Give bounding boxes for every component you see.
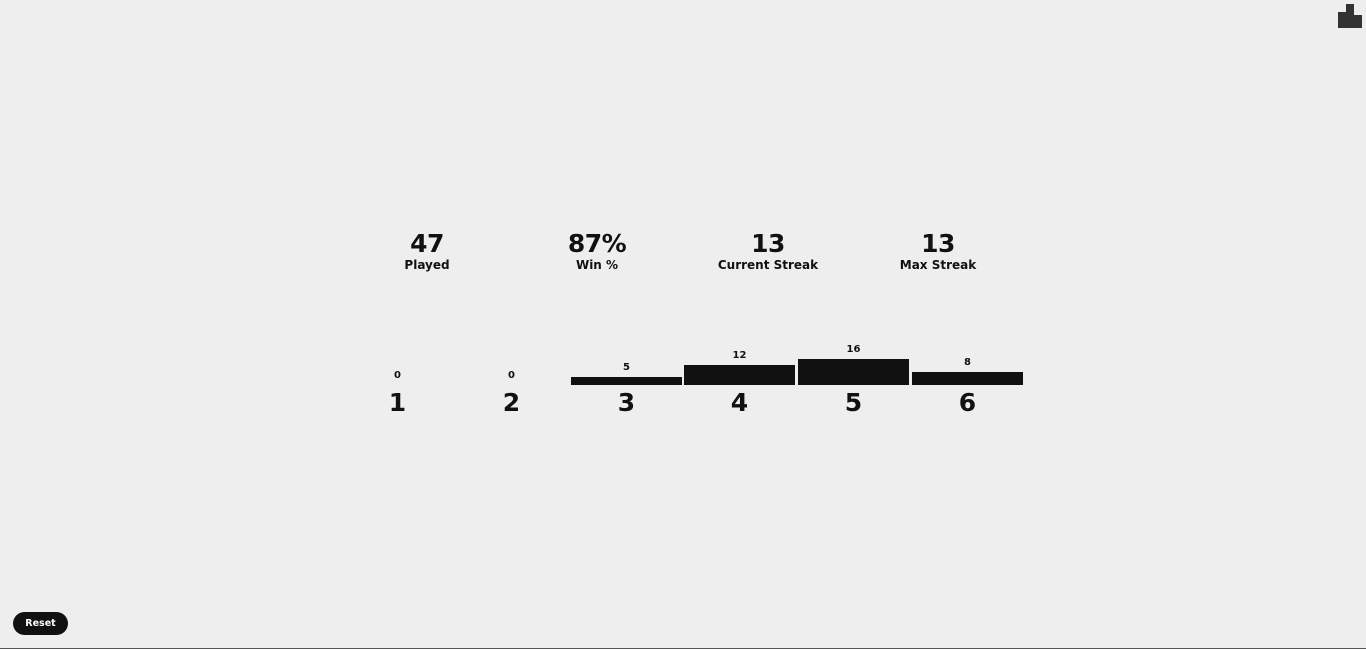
stat-label: Played [404, 258, 450, 272]
dist-bar [798, 359, 909, 385]
stats-summary: 47 Played 87% Win % 13 Current Streak 13… [342, 229, 1024, 289]
bar-chart-icon [1338, 4, 1362, 28]
dist-count: 0 [394, 370, 401, 381]
stat-label: Max Streak [899, 258, 977, 272]
dist-bar [912, 372, 1023, 385]
dist-column: 16 5 [798, 340, 909, 420]
stat-value: 13 [921, 229, 955, 258]
dist-guess-number: 5 [844, 388, 863, 417]
dist-count: 16 [846, 344, 861, 355]
dist-column: 0 2 [456, 340, 567, 420]
dist-column: 8 6 [912, 340, 1023, 420]
dist-column: 0 1 [342, 340, 453, 420]
dist-bar [684, 365, 795, 385]
dist-guess-number: 1 [388, 388, 407, 417]
dist-guess-number: 2 [502, 388, 521, 417]
stats-button[interactable] [1338, 4, 1362, 28]
stat-value: 47 [410, 229, 444, 258]
app-root: 47 Played 87% Win % 13 Current Streak 13… [0, 0, 1366, 649]
stat-value: 13 [751, 229, 785, 258]
stat-current-streak: 13 Current Streak [683, 229, 853, 272]
dist-column: 12 4 [684, 340, 795, 420]
dist-count: 12 [732, 350, 747, 361]
guess-distribution: 0 1 0 2 5 3 12 4 16 5 8 6 [342, 340, 1024, 420]
dist-column: 5 3 [571, 340, 682, 420]
dist-count: 0 [508, 370, 515, 381]
stat-played: 47 Played [342, 229, 512, 272]
dist-guess-number: 4 [730, 388, 749, 417]
reset-button[interactable]: Reset [13, 612, 68, 635]
dist-bar [571, 377, 682, 385]
stat-label: Current Streak [717, 258, 819, 272]
dist-count: 8 [964, 357, 971, 368]
dist-guess-number: 6 [958, 388, 977, 417]
stat-value: 87% [567, 229, 627, 258]
dist-guess-number: 3 [617, 388, 636, 417]
dist-count: 5 [623, 362, 630, 373]
stat-label: Win % [575, 258, 619, 272]
stat-max-streak: 13 Max Streak [853, 229, 1023, 272]
stat-win-percent: 87% Win % [512, 229, 682, 272]
